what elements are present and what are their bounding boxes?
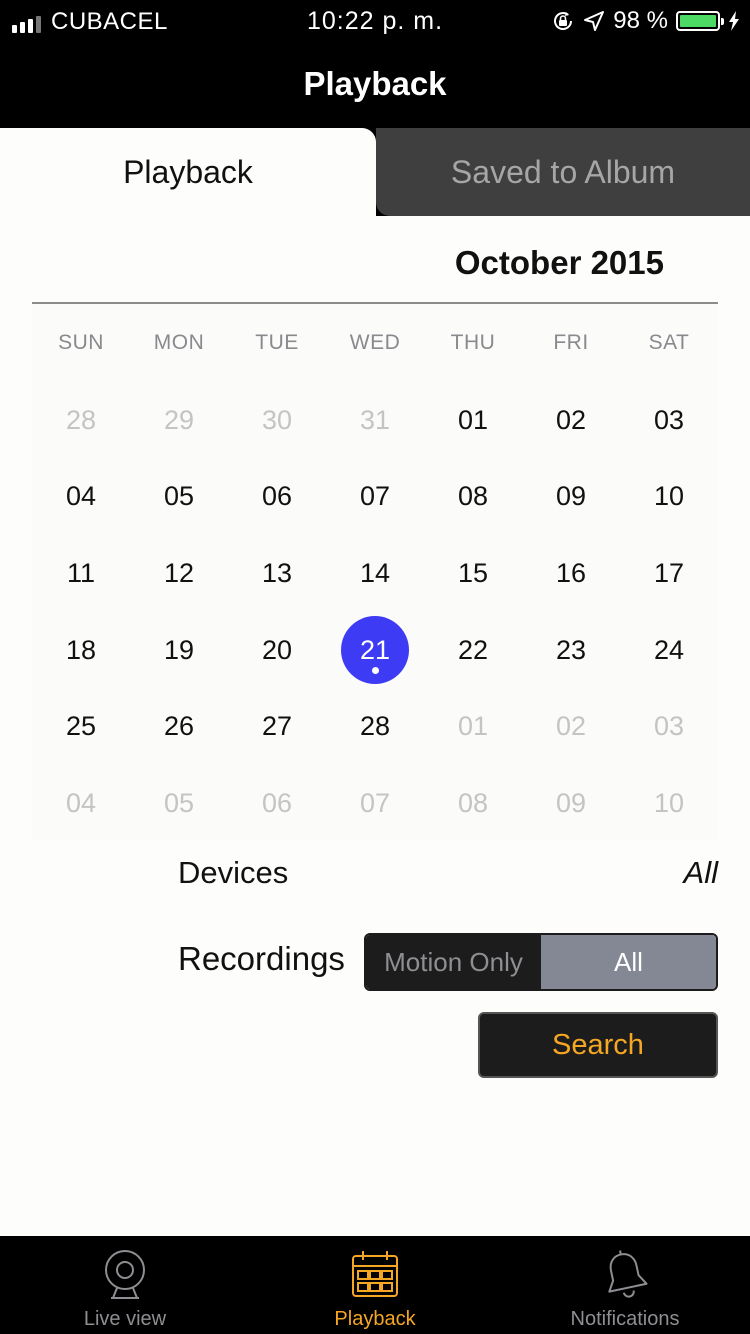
calendar-day[interactable]: 09 (522, 765, 620, 842)
battery-percent: 98 % (613, 7, 668, 34)
devices-label: Devices (178, 855, 289, 890)
calendar-day[interactable]: 05 (130, 459, 228, 536)
calendar-day[interactable]: 25 (32, 688, 130, 765)
devices-selector[interactable]: All (684, 855, 718, 891)
tab-notifications[interactable]: Notifications (500, 1236, 750, 1334)
calendar-day[interactable]: 30 (228, 382, 326, 459)
calendar-week: 11 12 13 14 15 16 17 (32, 535, 718, 612)
calendar-day[interactable]: 28 (326, 688, 424, 765)
tab-playback[interactable]: Playback (0, 128, 376, 216)
calendar-day[interactable]: 28 (32, 382, 130, 459)
calendar-day[interactable]: 23 (522, 612, 620, 689)
battery-icon (676, 11, 724, 31)
calendar-day[interactable]: 02 (522, 382, 620, 459)
calendar-day[interactable]: 01 (424, 688, 522, 765)
calendar-day[interactable]: 20 (228, 612, 326, 689)
calendar-week: 04 05 06 07 08 09 10 (32, 459, 718, 536)
calendar-day[interactable]: 16 (522, 535, 620, 612)
calendar-day[interactable]: 08 (424, 765, 522, 842)
calendar-week: 18 19 20 21 22 23 24 (32, 612, 718, 689)
calendar-day[interactable]: 06 (228, 765, 326, 842)
calendar-day[interactable]: 22 (424, 612, 522, 689)
tab-playback-nav[interactable]: Playback (250, 1236, 500, 1334)
status-right: 98 % (551, 7, 740, 35)
bell-icon (608, 1250, 648, 1298)
weekday-label: TUE (255, 331, 299, 354)
rotation-lock-icon (554, 12, 573, 30)
calendar-day[interactable]: 04 (32, 459, 130, 536)
calendar-week: 25 26 27 28 01 02 03 (32, 688, 718, 765)
weekday-header: SUN MON TUE WED THU FRI SAT (32, 304, 718, 382)
calendar-day[interactable]: 12 (130, 535, 228, 612)
tab-label: Live view (83, 1308, 167, 1330)
tab-saved-to-album[interactable]: Saved to Album (376, 128, 750, 216)
recordings-option-all[interactable]: All (541, 935, 716, 989)
calendar-day[interactable]: 01 (424, 382, 522, 459)
calendar-day[interactable]: 07 (326, 459, 424, 536)
calendar-day[interactable]: 17 (620, 535, 718, 612)
tab-label: Notifications (570, 1308, 680, 1330)
weekday-label: FRI (553, 331, 589, 354)
calendar-icon (352, 1251, 398, 1297)
location-icon (584, 11, 605, 31)
calendar-day[interactable]: 09 (522, 459, 620, 536)
calendar-day-selected[interactable]: 21 (326, 612, 424, 689)
webcam-icon (105, 1250, 145, 1299)
tab-live-view[interactable]: Live view (0, 1236, 250, 1334)
calendar-week: 28 29 30 31 01 02 03 (32, 382, 718, 459)
calendar-day[interactable]: 26 (130, 688, 228, 765)
calendar-day[interactable]: 27 (228, 688, 326, 765)
segment-tabs: Playback Saved to Album (0, 128, 750, 216)
calendar: SUN MON TUE WED THU FRI SAT 28 29 30 31 … (32, 304, 718, 840)
calendar-day[interactable]: 02 (522, 688, 620, 765)
calendar-day[interactable]: 03 (620, 382, 718, 459)
calendar-day[interactable]: 11 (32, 535, 130, 612)
tab-label: Playback (334, 1308, 416, 1330)
calendar-day[interactable]: 29 (130, 382, 228, 459)
search-button[interactable]: Search (478, 1012, 718, 1078)
selected-day-number: 21 (359, 634, 391, 665)
calendar-day[interactable]: 24 (620, 612, 718, 689)
calendar-day[interactable]: 19 (130, 612, 228, 689)
calendar-day[interactable]: 31 (326, 382, 424, 459)
nav-bar: Playback (0, 44, 750, 128)
weekday-label: SAT (648, 331, 690, 354)
calendar-day[interactable]: 03 (620, 688, 718, 765)
calendar-day[interactable]: 06 (228, 459, 326, 536)
calendar-day[interactable]: 18 (32, 612, 130, 689)
calendar-day[interactable]: 13 (228, 535, 326, 612)
weekday-label: MON (153, 331, 205, 354)
recording-dot-icon (372, 667, 379, 675)
selected-day-circle: 21 (341, 616, 409, 685)
calendar-day[interactable]: 10 (620, 459, 718, 536)
tab-bar: Live view Playback Notifications (0, 1236, 750, 1334)
weekday-label: SUN (58, 331, 104, 354)
charging-icon (729, 11, 739, 31)
calendar-day[interactable]: 05 (130, 765, 228, 842)
calendar-day[interactable]: 15 (424, 535, 522, 612)
recordings-option-motion-only[interactable]: Motion Only (366, 935, 541, 989)
page-title: Playback (303, 65, 447, 102)
recordings-toggle: Motion Only All (364, 933, 718, 991)
status-bar: CUBACEL 10:22 p. m. 98 % (0, 0, 750, 44)
weekday-label: WED (349, 331, 401, 354)
calendar-week: 04 05 06 07 08 09 10 (32, 765, 718, 842)
recordings-label: Recordings (178, 940, 345, 977)
calendar-day[interactable]: 04 (32, 765, 130, 842)
calendar-day[interactable]: 14 (326, 535, 424, 612)
weekday-label: THU (450, 331, 496, 354)
calendar-day[interactable]: 08 (424, 459, 522, 536)
month-title: October 2015 (454, 244, 664, 281)
calendar-day[interactable]: 07 (326, 765, 424, 842)
calendar-day[interactable]: 10 (620, 765, 718, 842)
